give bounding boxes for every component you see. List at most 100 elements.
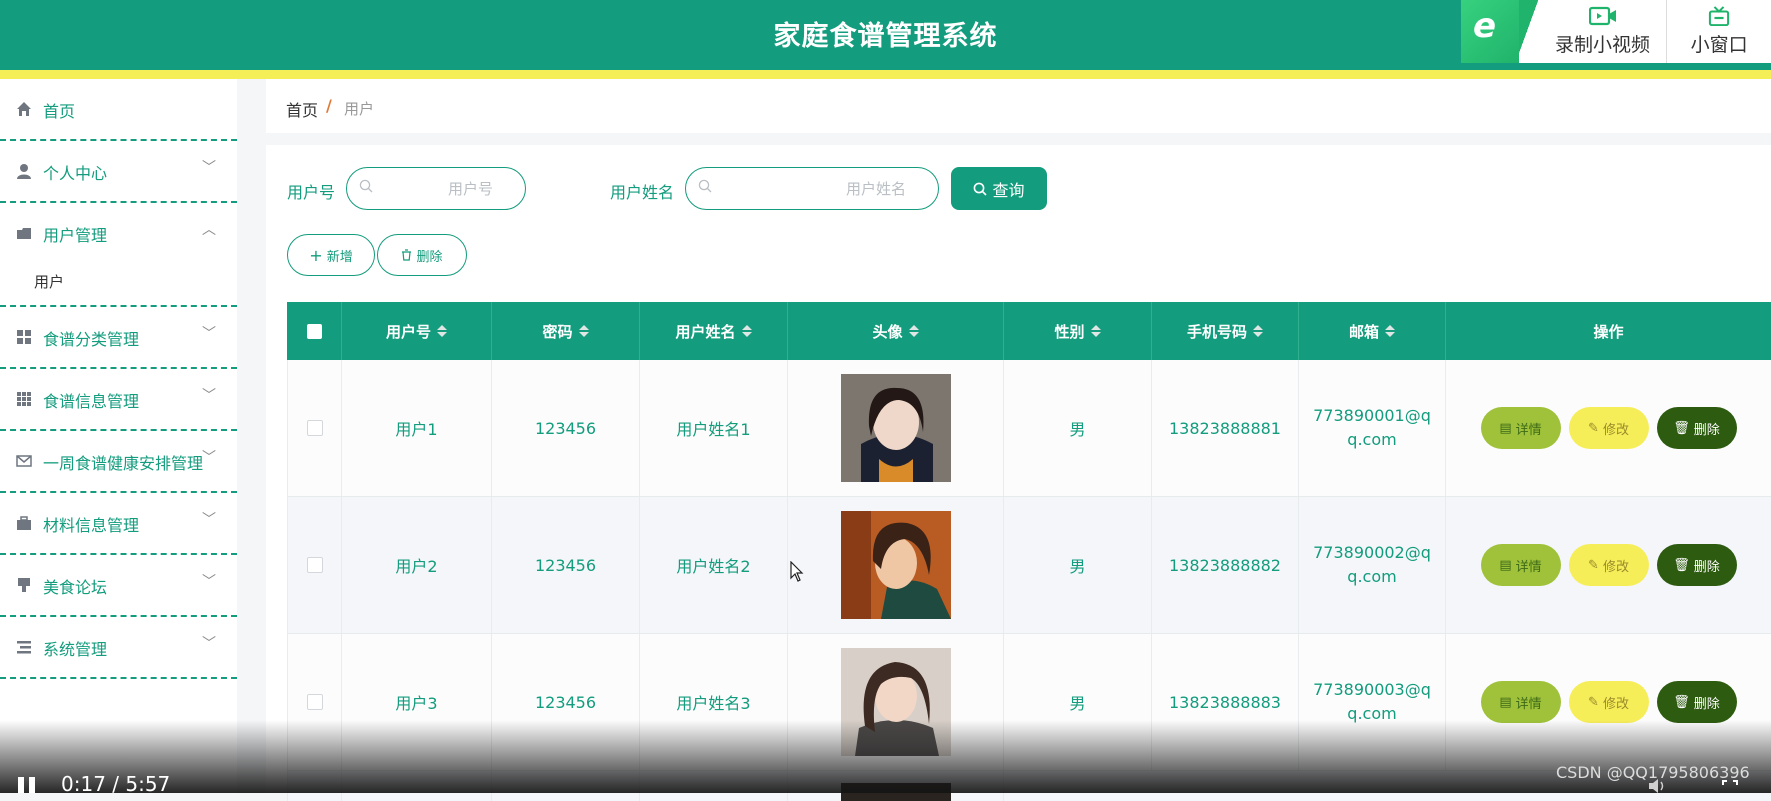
tv-window-icon [1709, 6, 1730, 26]
row-checkbox-cell [287, 360, 342, 496]
sort-icon [908, 325, 919, 337]
pause-icon [18, 777, 24, 793]
delete-row-button[interactable]: 🗑 删除 [1656, 544, 1737, 586]
cell-user-id: 用户1 [342, 360, 492, 496]
grid-icon [17, 330, 31, 344]
cell-avatar [788, 360, 1004, 496]
video-record-icon [1588, 6, 1616, 26]
breadcrumb-home[interactable]: 首页 [286, 97, 318, 121]
breadcrumb-current: 用户 [344, 100, 375, 118]
delete-button[interactable]: 删除 [377, 234, 467, 276]
sidebar-item-food-forum[interactable]: 美食论坛 ﹀ [0, 555, 237, 617]
video-time: 0:17 / 5:57 [61, 772, 171, 796]
list-icon [17, 641, 31, 654]
volume-icon[interactable] [1648, 779, 1668, 793]
cell-user-name: 用户姓名2 [640, 497, 788, 633]
sidebar-item-label: 食谱分类管理 [43, 330, 140, 349]
record-video-label: 录制小视频 [1555, 34, 1651, 56]
forum-icon [18, 578, 30, 592]
trash-icon [402, 249, 412, 261]
column-header-phone[interactable]: 手机号码 [1152, 302, 1299, 360]
row-checkbox-cell [287, 497, 342, 633]
row-checkbox[interactable] [306, 420, 323, 436]
browser-logo-icon: e [1461, 0, 1519, 63]
add-button[interactable]: + 新增 [287, 234, 375, 276]
sidebar-item-weekly-plan[interactable]: 一周食谱健康安排管理 ﹀ [0, 431, 237, 493]
sidebar-item-profile[interactable]: 个人中心 ﹀ [0, 141, 237, 203]
mini-window-label: 小窗口 [1690, 34, 1748, 56]
home-icon [17, 102, 31, 116]
sidebar-item-recipe-info[interactable]: 食谱信息管理 ﹀ [0, 369, 237, 431]
column-header-password[interactable]: 密码 [492, 302, 640, 360]
column-header-email[interactable]: 邮箱 [1299, 302, 1446, 360]
chevron-down-icon: ﹀ [202, 512, 216, 528]
sort-icon [437, 325, 447, 337]
mini-window-button[interactable]: 小窗口 [1667, 0, 1771, 63]
user-id-input[interactable]: 用户号 [346, 167, 526, 210]
cell-user-id: 用户2 [342, 497, 492, 633]
plus-icon: + [309, 245, 323, 265]
add-button-label: 新增 [326, 249, 353, 265]
detail-button[interactable]: ▤ 详情 [1480, 681, 1561, 723]
column-header-avatar[interactable]: 头像 [788, 302, 1004, 360]
sidebar-subitem-label: 用户 [34, 273, 65, 291]
query-button-label: 查询 [992, 180, 1025, 200]
cell-avatar [788, 497, 1004, 633]
delete-row-button[interactable]: 🗑 删除 [1656, 681, 1737, 723]
detail-button[interactable]: ▤ 详情 [1480, 544, 1561, 586]
sidebar-subitem-users[interactable]: 用户 [0, 255, 237, 307]
edit-button[interactable]: ✎ 修改 [1568, 544, 1649, 586]
fullscreen-icon[interactable] [1722, 780, 1738, 793]
folder-icon [17, 228, 31, 239]
record-video-button[interactable]: 录制小视频 [1538, 0, 1668, 63]
document-icon: ▤ [1499, 694, 1512, 710]
sidebar-item-label: 一周食谱健康安排管理 [43, 454, 204, 473]
document-icon: ▤ [1499, 420, 1512, 436]
sidebar-item-recipe-category[interactable]: 食谱分类管理 ﹀ [0, 307, 237, 369]
column-header-actions: 操作 [1593, 322, 1624, 341]
user-id-label: 用户号 [287, 183, 336, 202]
edit-button[interactable]: ✎ 修改 [1568, 407, 1649, 449]
row-checkbox[interactable] [306, 557, 323, 573]
sidebar-item-user-management[interactable]: 用户管理 ︿ [0, 203, 237, 263]
email-text: 773890001@qq.com [1313, 406, 1431, 449]
sidebar-item-label: 食谱信息管理 [43, 392, 140, 411]
search-icon [698, 179, 712, 193]
column-header-gender[interactable]: 性别 [1004, 302, 1152, 360]
avatar[interactable] [840, 374, 951, 482]
sort-icon [741, 325, 752, 337]
browser-video-toolbar: e 录制小视频 小窗口 [1461, 0, 1771, 63]
column-header-user-name[interactable]: 用户姓名 [640, 302, 788, 360]
detail-button[interactable]: ▤ 详情 [1480, 407, 1561, 449]
sidebar-item-label: 首页 [43, 102, 76, 121]
cell-actions: ▤ 详情 ✎ 修改 🗑 删除 [1446, 360, 1771, 496]
sidebar-item-system-management[interactable]: 系统管理 ﹀ [0, 617, 237, 679]
pencil-icon: ✎ [1588, 557, 1599, 573]
cell-email: 773890001@qq.com [1299, 360, 1446, 496]
sidebar-item-label: 材料信息管理 [43, 516, 140, 535]
query-button[interactable]: 查询 [951, 167, 1047, 210]
edit-button[interactable]: ✎ 修改 [1568, 681, 1649, 723]
breadcrumb: 首页 / 用户 [266, 79, 1771, 133]
cell-email: 773890002@qq.com [1299, 497, 1446, 633]
sidebar-item-material-info[interactable]: 材料信息管理 ﹀ [0, 493, 237, 555]
table-row: 用户2 123456 用户姓名2 男 13823888882 773890002… [287, 497, 1771, 634]
select-all-checkbox[interactable] [306, 323, 322, 339]
pause-button[interactable] [18, 777, 38, 793]
select-all-header [287, 302, 342, 360]
sort-icon [1385, 325, 1395, 337]
user-name-label: 用户姓名 [610, 183, 675, 202]
sidebar-item-label: 美食论坛 [43, 578, 108, 597]
delete-row-button[interactable]: 🗑 删除 [1656, 407, 1737, 449]
column-header-user-id[interactable]: 用户号 [342, 302, 492, 360]
row-checkbox[interactable] [306, 694, 323, 710]
chevron-down-icon: ﹀ [202, 636, 216, 652]
cell-actions: ▤ 详情 ✎ 修改 🗑 删除 [1446, 497, 1771, 633]
user-name-input[interactable]: 用户姓名 [685, 167, 939, 210]
cell-phone: 13823888882 [1152, 497, 1299, 633]
search-icon [359, 179, 373, 193]
table-header: 用户号 密码 用户姓名 头像 性别 手机号码 邮箱 操作 [287, 302, 1771, 360]
avatar[interactable] [840, 511, 951, 619]
video-control-bar [0, 720, 1771, 793]
sidebar-item-home[interactable]: 首页 [0, 79, 237, 141]
